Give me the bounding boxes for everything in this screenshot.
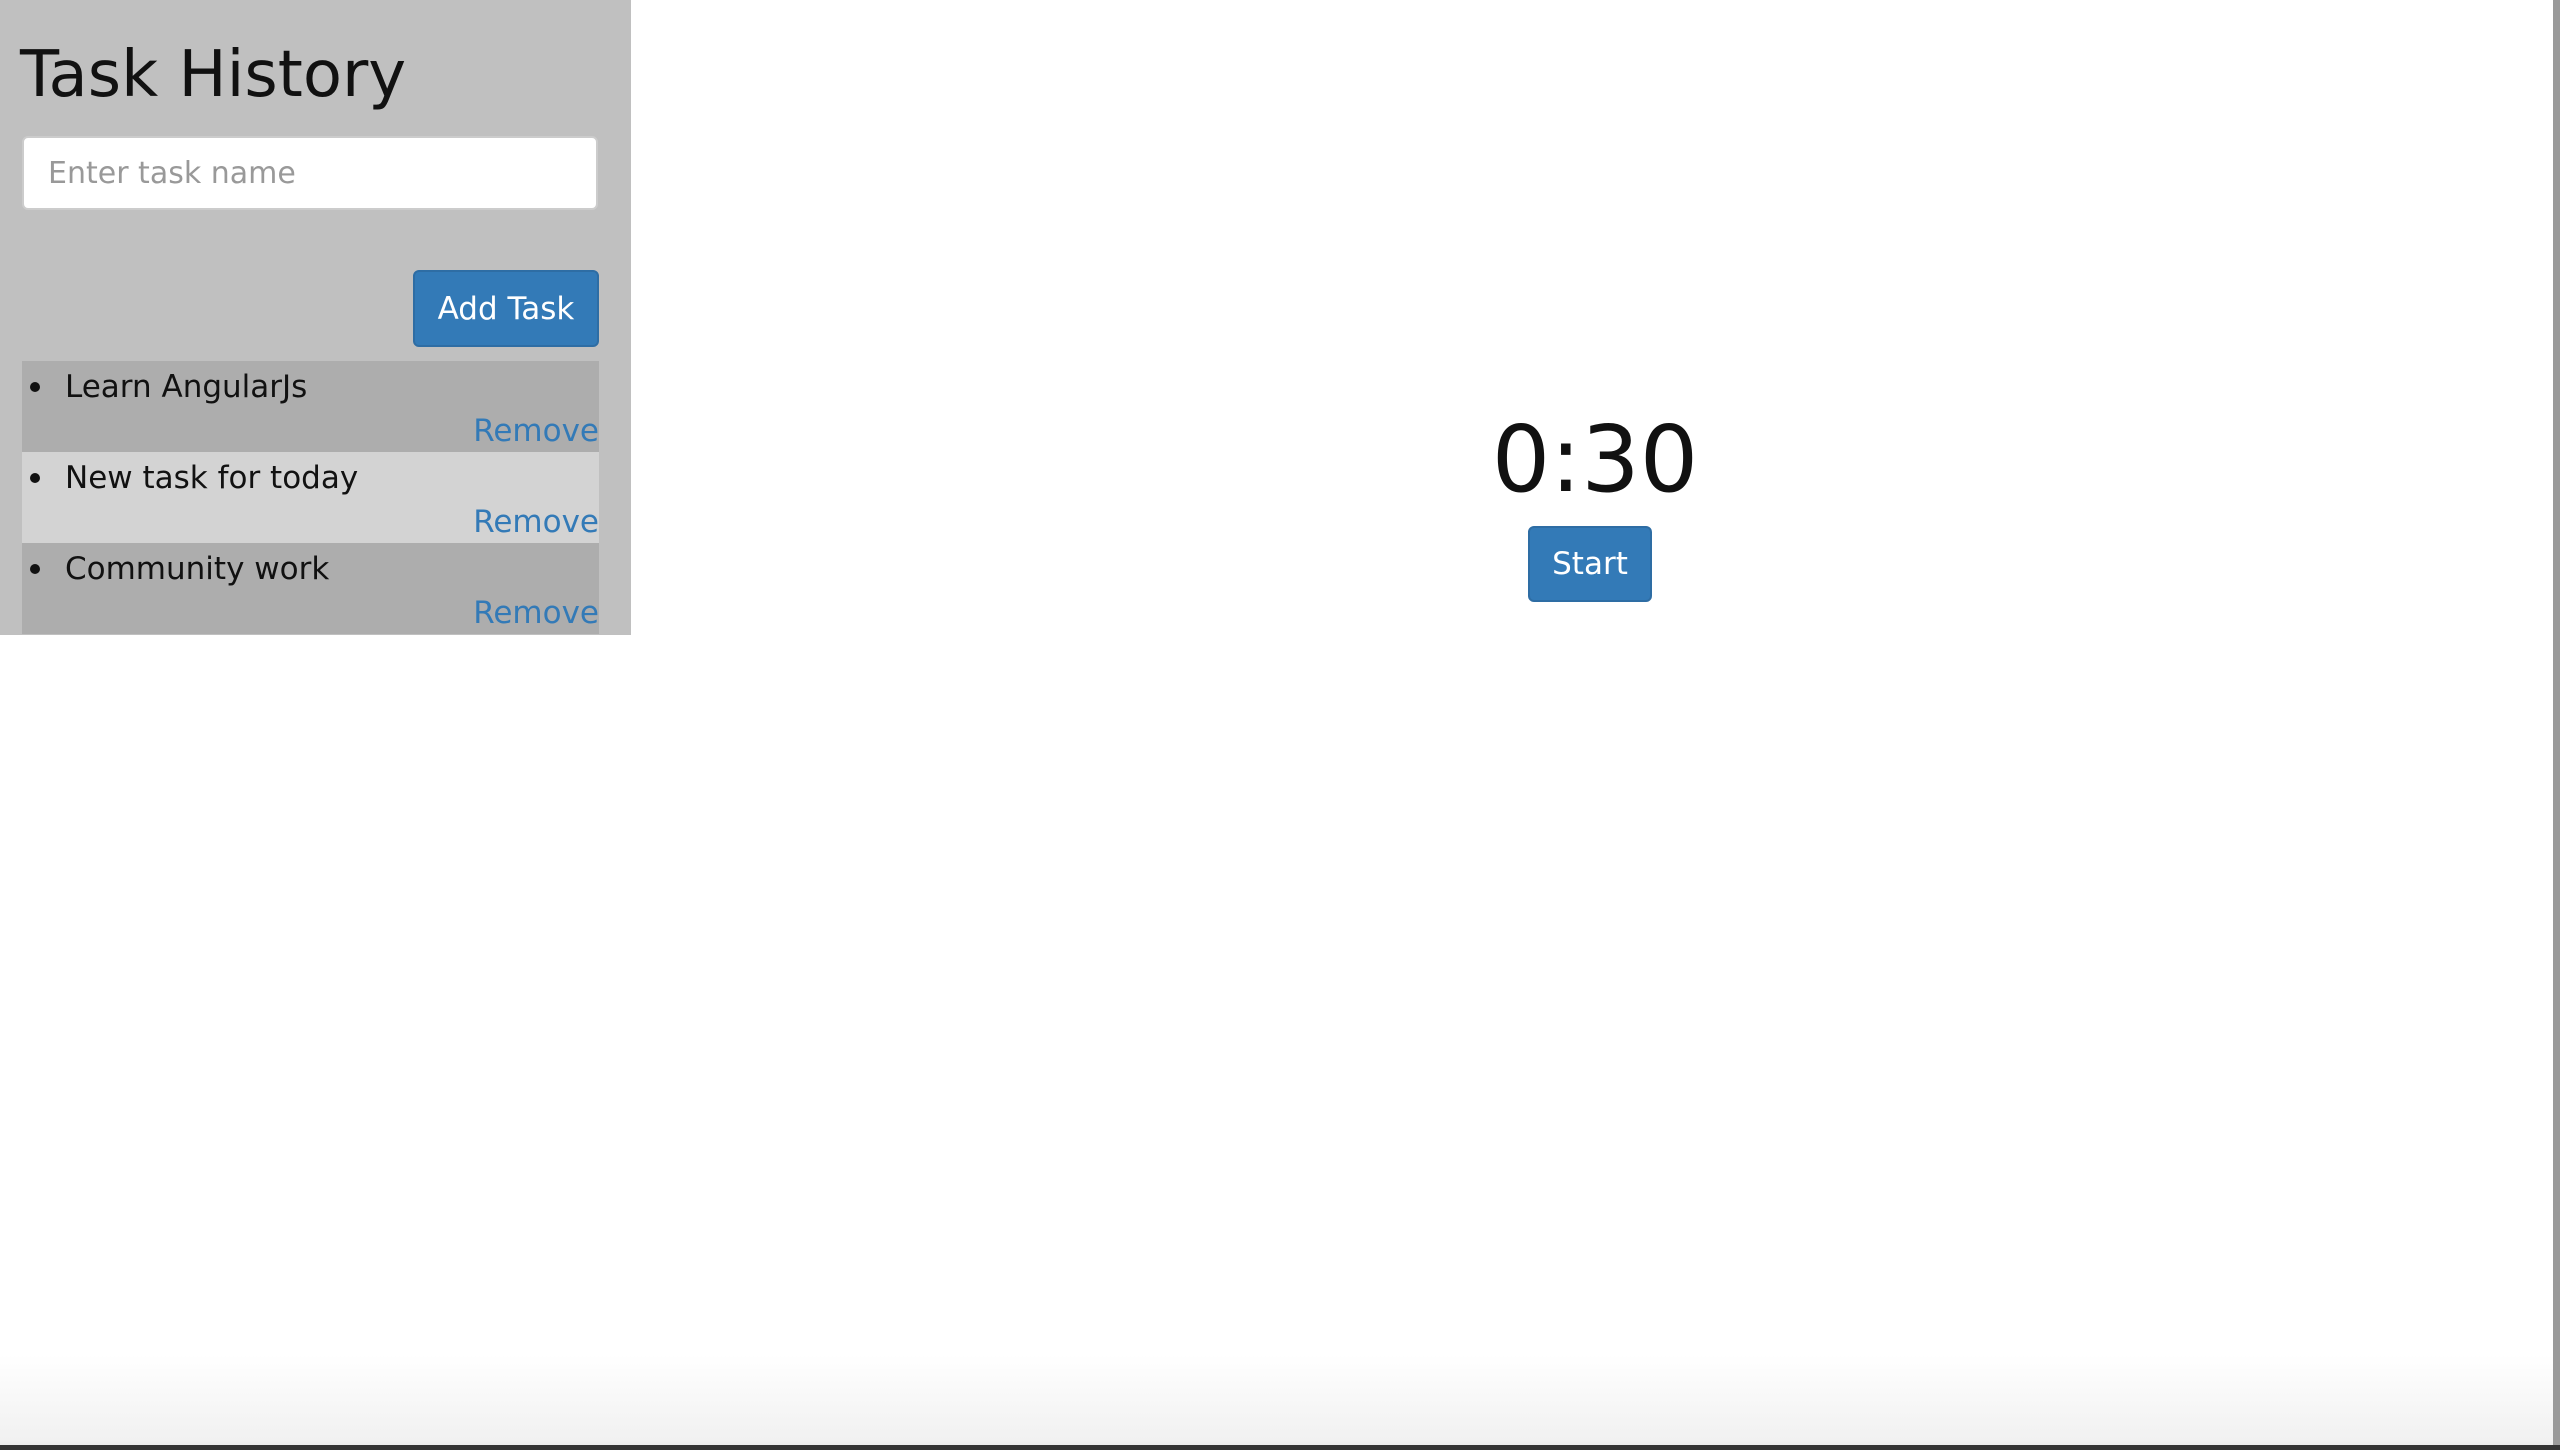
task-name: Community work [65, 551, 330, 587]
bullet-icon [30, 564, 40, 574]
task-list-item: New task for today Remove [22, 452, 599, 543]
countdown-timer: 0:30 [1491, 406, 1699, 513]
window-bottom-edge [0, 1445, 2560, 1450]
start-button[interactable]: Start [1528, 526, 1652, 602]
task-sidebar: Task History Add Task Learn AngularJs Re… [0, 0, 631, 635]
page: Task History Add Task Learn AngularJs Re… [0, 0, 2560, 1450]
bullet-icon [30, 473, 40, 483]
sidebar-title: Task History [20, 38, 407, 112]
task-list-item: Community work Remove [22, 543, 599, 634]
remove-task-link[interactable]: Remove [473, 591, 599, 635]
task-name: New task for today [65, 460, 359, 496]
remove-task-link[interactable]: Remove [473, 409, 599, 453]
window-edge [2553, 0, 2560, 1450]
task-name-input[interactable] [22, 136, 598, 210]
task-list-item: Learn AngularJs Remove [22, 361, 599, 452]
add-task-button[interactable]: Add Task [413, 270, 599, 347]
remove-task-link[interactable]: Remove [473, 500, 599, 544]
task-name: Learn AngularJs [65, 369, 308, 405]
bullet-icon [30, 382, 40, 392]
task-list: Learn AngularJs Remove New task for toda… [22, 361, 599, 634]
